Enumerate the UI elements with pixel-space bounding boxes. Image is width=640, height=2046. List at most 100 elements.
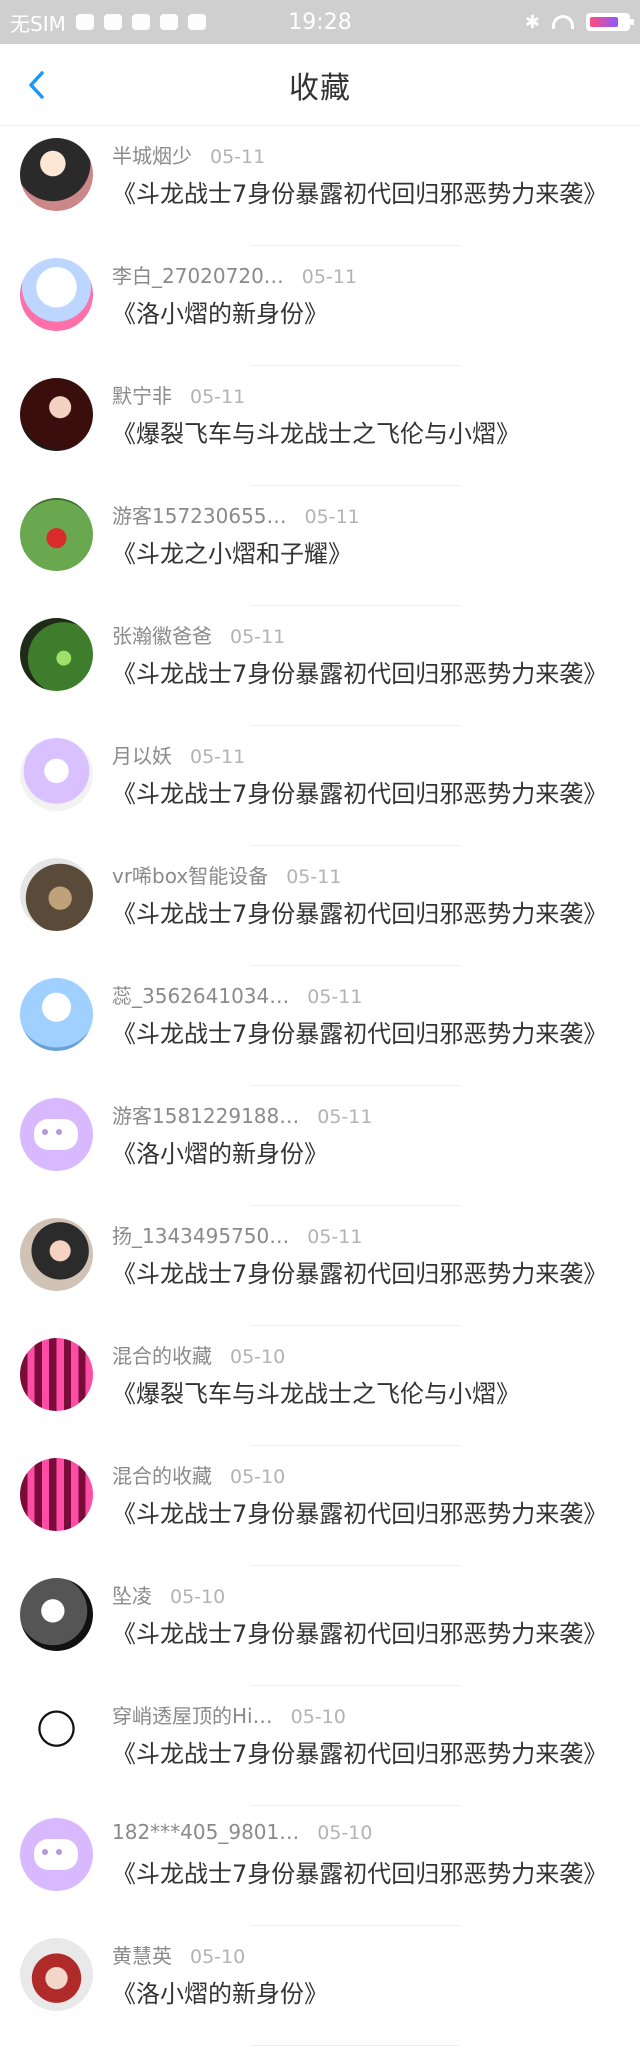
author-name: 默宁非 [112,384,172,408]
item-title: 《斗龙战士7身份暴露初代回归邪恶势力来袭》 [112,900,608,928]
list-item[interactable]: 混合的收藏 05-10 《斗龙战士7身份暴露初代回归邪恶势力来袭》 [0,1446,640,1566]
chat-bubble-icon [34,1839,78,1870]
author-name: 混合的收藏 [112,1344,212,1368]
chat-bubble-icon [34,1119,78,1150]
item-title: 《洛小熠的新身份》 [112,300,328,328]
post-date: 05-11 [190,386,246,408]
avatar [20,978,93,1051]
post-date: 05-10 [170,1586,226,1608]
post-date: 05-10 [317,1822,373,1844]
avatar [20,258,93,331]
list-item[interactable]: 李白_27020720… 05-11 《洛小熠的新身份》 [0,246,640,366]
author-name: 黄慧英 [112,1944,172,1968]
author-name: 张瀚徽爸爸 [112,624,212,648]
item-title: 《洛小熠的新身份》 [112,1980,328,2008]
bluetooth-icon: ✱ [524,11,540,33]
item-title: 《斗龙战士7身份暴露初代回归邪恶势力来袭》 [112,1500,608,1528]
list-item[interactable]: 扬_1343495750… 05-11 《斗龙战士7身份暴露初代回归邪恶势力来袭》 [0,1206,640,1326]
wechat-icon [75,14,94,30]
avatar [20,1218,93,1291]
author-name: vr唏box智能设备 [112,864,269,888]
post-date: 05-11 [307,1226,363,1248]
status-right: ✱ [524,11,634,33]
post-date: 05-11 [190,746,246,768]
item-title: 《斗龙之小熠和子耀》 [112,540,352,568]
post-date: 05-11 [210,146,266,168]
avatar [20,618,93,691]
post-date: 05-11 [307,986,363,1008]
post-date: 05-11 [230,626,286,648]
post-date: 05-11 [317,1106,373,1128]
item-title: 《斗龙战士7身份暴露初代回归邪恶势力来袭》 [112,1260,608,1288]
chevron-left-icon [29,71,44,99]
wifi-icon [552,15,574,29]
screenshot-icon [187,14,206,30]
battery-fill [590,17,618,27]
avatar [20,378,93,451]
item-title: 《斗龙战士7身份暴露初代回归邪恶势力来袭》 [112,1620,608,1648]
status-left: 无SIM [10,8,206,37]
avatar [20,738,93,811]
list-item[interactable]: 游客1581229188… 05-11 《洛小熠的新身份》 [0,1086,640,1206]
avatar [20,138,93,211]
author-name: 穿峭透屋顶的Hi… [112,1704,273,1728]
post-date: 05-11 [286,866,342,888]
list-item[interactable]: 张瀚徽爸爸 05-11 《斗龙战士7身份暴露初代回归邪恶势力来袭》 [0,606,640,726]
list-item[interactable]: vr唏box智能设备 05-11 《斗龙战士7身份暴露初代回归邪恶势力来袭》 [0,846,640,966]
post-date: 05-10 [190,1946,246,1968]
item-title: 《斗龙战士7身份暴露初代回归邪恶势力来袭》 [112,1740,608,1768]
list-item[interactable]: 混合的收藏 05-10 《爆裂飞车与斗龙战士之飞伦与小熠》 [0,1326,640,1446]
item-title: 《爆裂飞车与斗龙战士之飞伦与小熠》 [112,420,520,448]
list-item[interactable]: 坠凌 05-10 《斗龙战士7身份暴露初代回归邪恶势力来袭》 [0,1566,640,1686]
avatar [20,1458,93,1531]
browser-icon [131,14,150,30]
list-item[interactable]: 默宁非 05-11 《爆裂飞车与斗龙战士之飞伦与小熠》 [0,366,640,486]
list-item[interactable]: 蕊_3562641034… 05-11 《斗龙战士7身份暴露初代回归邪恶势力来袭》 [0,966,640,1086]
list-item[interactable]: 游客157230655… 05-11 《斗龙之小熠和子耀》 [0,486,640,606]
author-name: 坠凌 [112,1584,152,1608]
author-name: 游客1581229188… [112,1104,300,1128]
avatar [20,858,93,931]
avatar [20,1938,93,2011]
avatar [20,498,93,571]
author-name: 混合的收藏 [112,1464,212,1488]
post-date: 05-11 [304,506,360,528]
post-date: 05-10 [230,1466,286,1488]
author-name: 182***405_9801… [112,1820,300,1844]
item-title: 《斗龙战士7身份暴露初代回归邪恶势力来袭》 [112,1860,608,1888]
battery-icon [586,13,634,31]
avatar [20,1698,93,1771]
author-name: 李白_27020720… [112,264,284,288]
list-item[interactable]: 月以妖 05-11 《斗龙战士7身份暴露初代回归邪恶势力来袭》 [0,726,640,846]
list-item[interactable]: 半城烟少 05-11 《斗龙战士7身份暴露初代回归邪恶势力来袭》 [0,126,640,246]
status-bar: 无SIM 19:28 ✱ [0,0,640,44]
avatar [20,1338,93,1411]
page-title: 收藏 [289,70,351,106]
item-title: 《斗龙战士7身份暴露初代回归邪恶势力来袭》 [112,180,608,208]
avatar-default-icon [20,1098,93,1171]
list-item[interactable]: 黄慧英 05-10 《洛小熠的新身份》 [0,1926,640,2046]
post-date: 05-11 [301,266,358,288]
author-name: 半城烟少 [112,144,192,168]
item-title: 《爆裂飞车与斗龙战士之飞伦与小熠》 [112,1380,520,1408]
cloud-icon [159,14,178,30]
item-title: 《斗龙战士7身份暴露初代回归邪恶势力来袭》 [112,780,608,808]
post-date: 05-10 [290,1706,346,1728]
list-item[interactable]: 穿峭透屋顶的Hi… 05-10 《斗龙战士7身份暴露初代回归邪恶势力来袭》 [0,1686,640,1806]
item-title: 《斗龙战士7身份暴露初代回归邪恶势力来袭》 [112,660,608,688]
carrier-label: 无SIM [10,11,66,36]
favorites-list: 半城烟少 05-11 《斗龙战士7身份暴露初代回归邪恶势力来袭》 李白_27020… [0,126,640,2046]
author-name: 扬_1343495750… [112,1224,290,1248]
author-name: 月以妖 [112,744,172,768]
item-title: 《洛小熠的新身份》 [112,1140,328,1168]
author-name: 游客157230655… [112,504,287,528]
back-button[interactable] [22,68,50,102]
list-item[interactable]: 182***405_9801… 05-10 《斗龙战士7身份暴露初代回归邪恶势力来… [0,1806,640,1926]
top-nav: 收藏 [0,44,640,126]
post-date: 05-10 [230,1346,286,1368]
avatar [20,1578,93,1651]
author-name: 蕊_3562641034… [112,984,290,1008]
video-icon [103,14,122,30]
item-title: 《斗龙战士7身份暴露初代回归邪恶势力来袭》 [112,1020,608,1048]
avatar-default-icon [20,1818,93,1891]
